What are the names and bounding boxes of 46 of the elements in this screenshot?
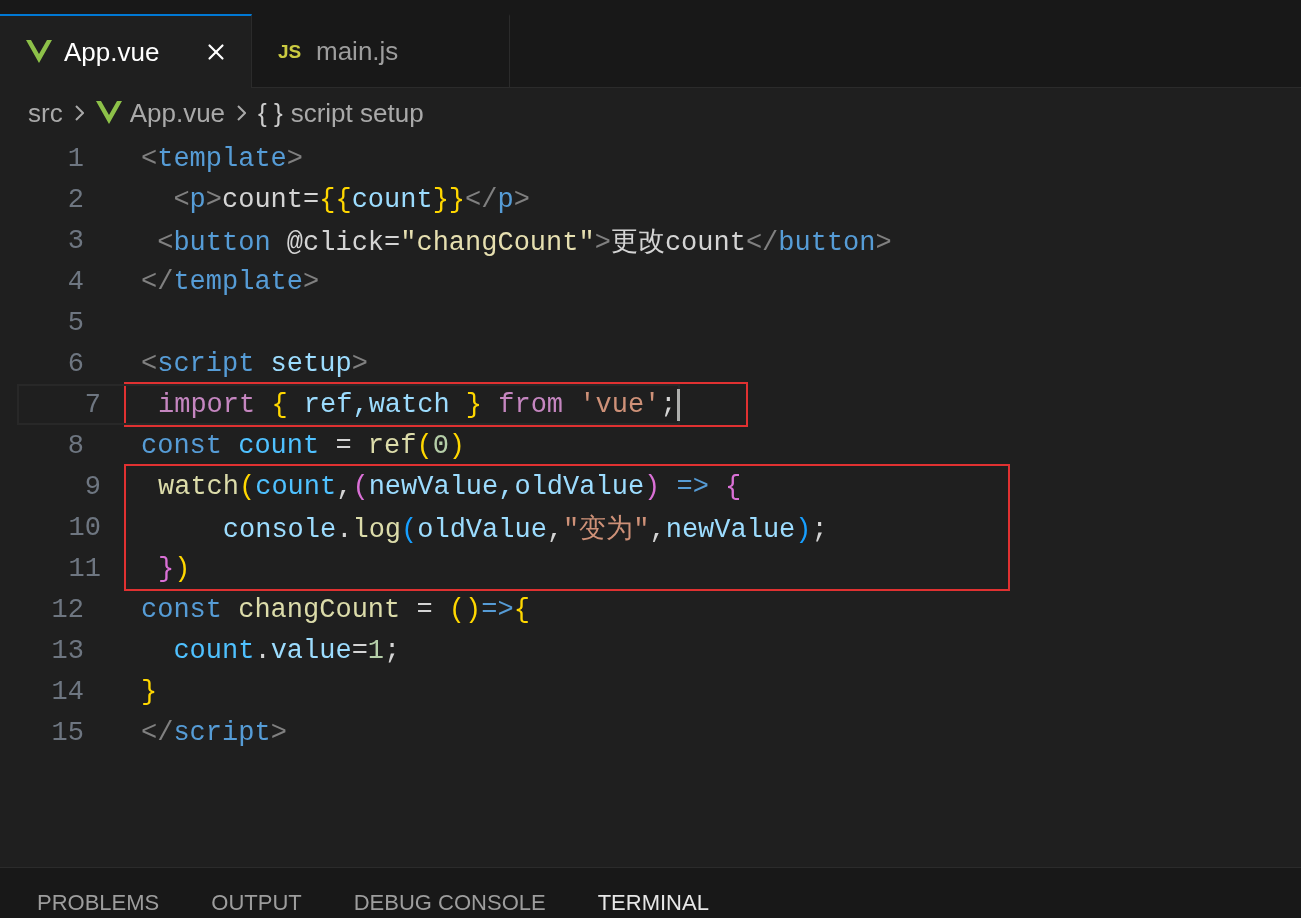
code-line: watch(count,(newValue,oldValue) => { xyxy=(158,471,742,502)
line-number: 1 xyxy=(66,143,84,174)
line-number: 13 xyxy=(50,635,84,666)
code-line: <template> xyxy=(141,143,304,174)
line-number: 8 xyxy=(66,430,84,461)
code-line: } xyxy=(141,676,158,707)
braces-icon: { } xyxy=(258,97,283,129)
js-file-icon: JS xyxy=(278,40,304,63)
code-line: console.log(oldValue,"变为",newValue); xyxy=(221,513,828,546)
code-line: }) xyxy=(158,553,191,584)
panel-tab[interactable]: PROBLEMS xyxy=(37,890,160,918)
code-line: <p>count={{count}}</p> xyxy=(172,184,530,215)
line-number: 10 xyxy=(67,512,101,543)
panel-tab[interactable]: DEBUG CONSOLE xyxy=(353,890,546,918)
code-line: count.value=1; xyxy=(172,635,401,666)
code-line: </script> xyxy=(141,717,287,748)
tab-label: main.js xyxy=(316,36,400,67)
code-line: import { ref,watch } from 'vue'; xyxy=(158,389,677,420)
line-number: 12 xyxy=(50,594,84,625)
tab-label: App.vue xyxy=(64,36,161,68)
breadcrumb-item[interactable]: script setup xyxy=(290,97,424,129)
breadcrumb-item[interactable]: src xyxy=(28,97,63,129)
chevron-icon xyxy=(237,105,247,121)
panel-tab[interactable]: OUTPUT xyxy=(211,890,302,918)
vue-logo-icon xyxy=(26,40,52,64)
line-number: 6 xyxy=(66,348,84,379)
code-line: const changCount = ()=>{ xyxy=(141,594,530,625)
code-line: </template> xyxy=(141,266,320,297)
line-number: 4 xyxy=(66,266,84,297)
line-number: 15 xyxy=(50,717,84,748)
text-cursor xyxy=(676,388,680,421)
breadcrumb-item[interactable]: App.vue xyxy=(129,97,226,129)
line-number: 9 xyxy=(83,471,101,502)
line-number: 2 xyxy=(66,184,84,215)
code-line: <button @click="changCount">更改count</button> xyxy=(156,226,892,259)
vue-logo-icon xyxy=(95,101,122,125)
line-number: 5 xyxy=(66,307,84,338)
line-number: 14 xyxy=(50,676,84,707)
panel-tab[interactable]: TERMINAL xyxy=(597,890,709,918)
chevron-icon xyxy=(74,105,84,121)
line-number: 7 xyxy=(83,389,101,420)
line-number: 11 xyxy=(67,553,101,584)
code-line: const count = ref(0) xyxy=(141,430,466,461)
line-number: 3 xyxy=(66,225,84,256)
editor-tab[interactable]: App.vue xyxy=(0,14,252,88)
code-line: <script setup> xyxy=(141,348,368,379)
